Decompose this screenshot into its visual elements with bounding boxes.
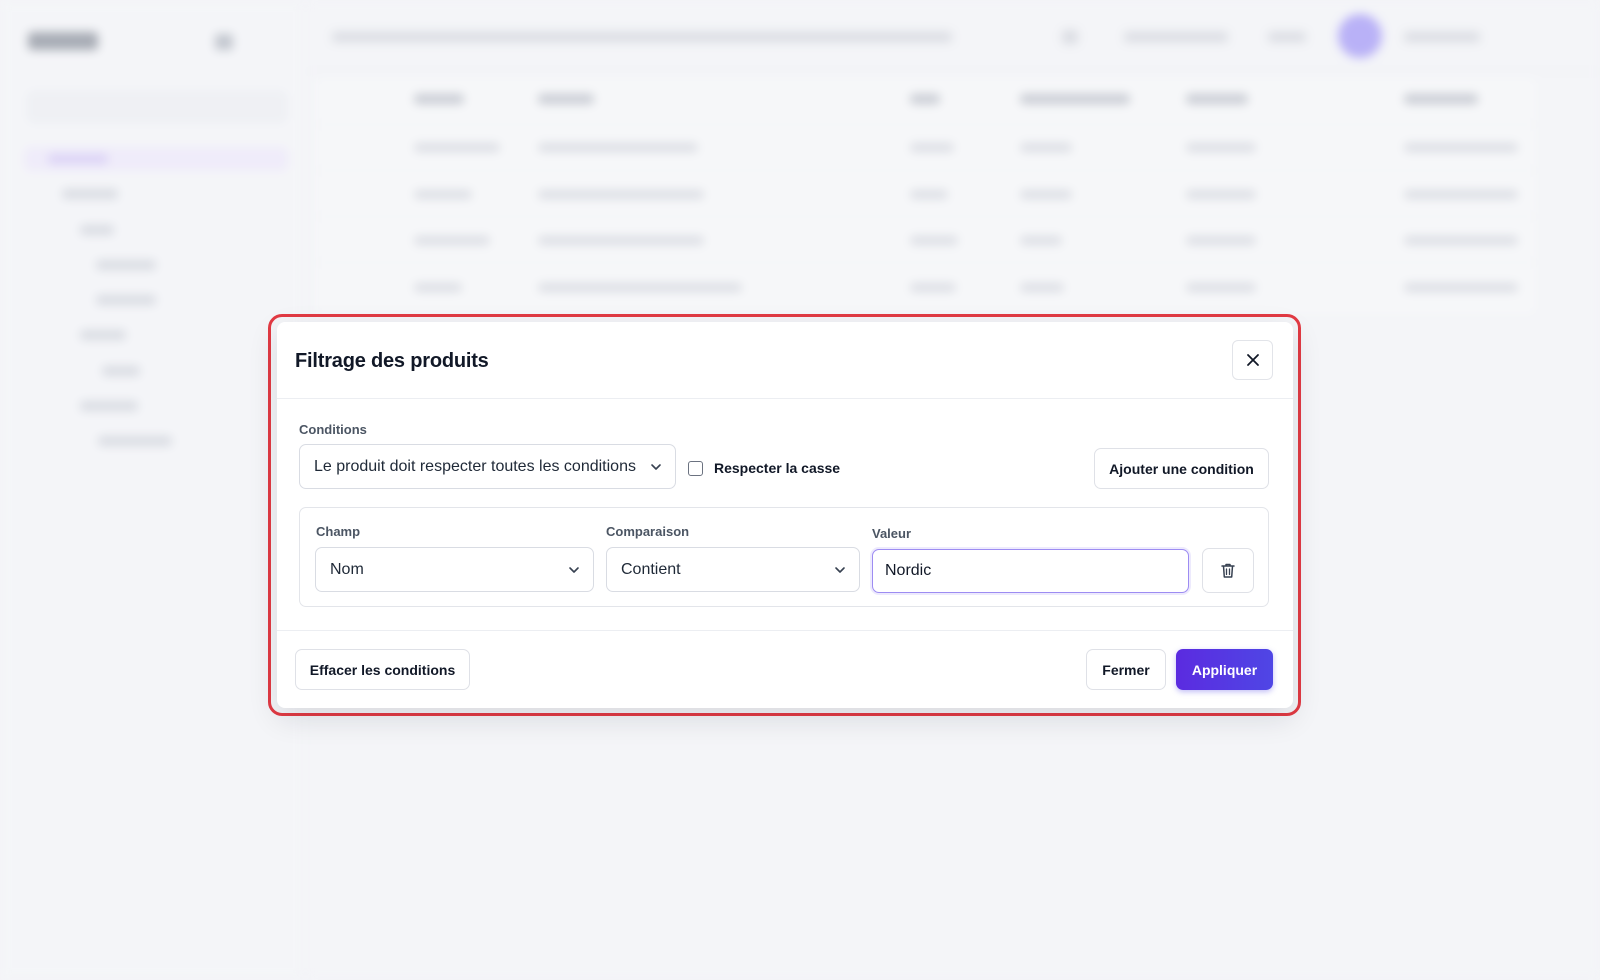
background-th: [910, 94, 940, 104]
background-row-divider: [316, 262, 1536, 263]
modal-title: Filtrage des produits: [295, 350, 489, 372]
background-th: [538, 94, 594, 104]
background-cell: [1186, 143, 1256, 152]
delete-condition-button[interactable]: [1202, 548, 1254, 593]
background-th: [1404, 94, 1478, 104]
background-logo: [28, 32, 98, 50]
background-cell: [1020, 143, 1072, 152]
background-th: [1186, 94, 1248, 104]
value-input[interactable]: [872, 549, 1189, 593]
case-sensitive-label: Respecter la casse: [714, 460, 841, 476]
background-topbar-text: [332, 32, 952, 42]
close-footer-button[interactable]: Fermer: [1086, 649, 1166, 690]
background-cell: [910, 283, 956, 292]
background-nav-item: [96, 260, 156, 270]
modal-body: Conditions Le produit doit respecter tou…: [277, 399, 1293, 630]
background-nav-item: [96, 295, 156, 305]
background-cell: [414, 236, 490, 245]
conditions-label: Conditions: [299, 422, 367, 437]
background-avatar: [1338, 14, 1382, 58]
background-cell: [538, 236, 704, 245]
chevron-down-icon: [569, 567, 579, 573]
match-mode-value: Le produit doit respecter toutes les con…: [314, 457, 636, 475]
background-topbar-text: [1404, 32, 1480, 42]
background-nav-item: [80, 401, 138, 411]
add-condition-button[interactable]: Ajouter une condition: [1094, 448, 1269, 489]
background-sidebar: [0, 0, 305, 980]
background-row-divider: [316, 170, 1536, 171]
background-cell: [1404, 283, 1518, 292]
condition-row: Champ Nom Comparaison Contient Valeur: [299, 507, 1269, 607]
background-cell: [1404, 236, 1518, 245]
background-cell: [1186, 283, 1256, 292]
background-cell: [414, 190, 472, 199]
background-cell: [1020, 190, 1072, 199]
background-cell: [1404, 190, 1518, 199]
background-th: [1020, 94, 1130, 104]
match-mode-select[interactable]: Le produit doit respecter toutes les con…: [299, 444, 676, 489]
background-cell: [910, 236, 958, 245]
comparison-label: Comparaison: [606, 524, 690, 539]
case-sensitive-checkbox[interactable]: [688, 460, 703, 476]
modal-footer: Effacer les conditions Fermer Appliquer: [277, 630, 1293, 708]
background-cell: [538, 190, 704, 199]
trash-icon: [1221, 563, 1235, 578]
background-nav-item: [48, 154, 108, 164]
field-value: Nom: [330, 560, 364, 578]
background-nav-item: [80, 330, 126, 340]
background-nav-item: [62, 189, 118, 199]
background-cell: [1186, 236, 1256, 245]
background-cell: [538, 143, 698, 152]
background-collapse-icon: [215, 34, 233, 50]
background-cell: [1404, 143, 1518, 152]
clear-conditions-button[interactable]: Effacer les conditions: [295, 649, 470, 690]
background-th: [414, 94, 464, 104]
background-cell: [414, 283, 462, 292]
background-row-divider: [316, 216, 1536, 217]
chevron-down-icon: [835, 567, 845, 573]
background-search: [26, 90, 288, 124]
background-cell: [910, 190, 948, 199]
chevron-down-icon: [651, 464, 661, 470]
close-button[interactable]: [1232, 340, 1273, 380]
close-icon: [1246, 354, 1259, 366]
field-select[interactable]: Nom: [315, 547, 594, 592]
background-cell: [1020, 283, 1064, 292]
background-topbar-text: [1124, 32, 1228, 42]
background-cell: [1186, 190, 1256, 199]
background-nav-item: [102, 366, 140, 376]
filter-modal: Filtrage des produits Conditions Le prod…: [277, 322, 1293, 708]
background-nav-item: [80, 225, 114, 235]
case-sensitive-toggle[interactable]: Respecter la casse: [688, 460, 840, 476]
background-topbar-text: [1268, 32, 1306, 42]
value-label: Valeur: [872, 526, 912, 541]
background-cell: [414, 143, 500, 152]
background-nav-item: [98, 436, 172, 446]
background-row-divider: [316, 124, 1536, 125]
apply-button[interactable]: Appliquer: [1176, 649, 1273, 690]
background-cell: [538, 283, 742, 292]
background-topbar-icon: [1062, 30, 1078, 44]
comparison-value: Contient: [621, 560, 681, 578]
comparison-select[interactable]: Contient: [606, 547, 860, 592]
background-cell: [1020, 236, 1062, 245]
background-cell: [910, 143, 954, 152]
field-label: Champ: [316, 524, 361, 539]
modal-header: Filtrage des produits: [277, 322, 1293, 399]
